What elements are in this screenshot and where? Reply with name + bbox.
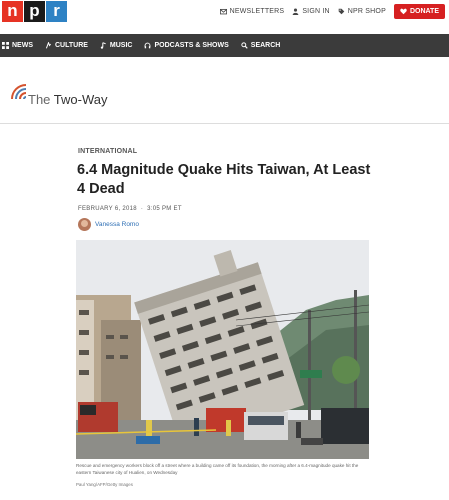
heart-icon <box>400 8 407 15</box>
top-bar: n p r NEWSLETTERS SIGN IN NPR SHOP DONAT… <box>0 0 449 34</box>
earthquake-photo <box>76 240 369 459</box>
blog-title[interactable]: The Two-Way <box>28 92 107 107</box>
npr-shop-label: NPR SHOP <box>347 8 386 15</box>
article-dateline: FEBRUARY 6, 2018 · 3:05 PM ET <box>78 206 182 212</box>
article-kicker[interactable]: INTERNATIONAL <box>78 148 137 155</box>
nav-label: NEWS <box>12 42 33 49</box>
article-time: 3:05 PM ET <box>147 206 182 212</box>
blog-title-prefix: The <box>28 92 54 107</box>
nav-item-podcasts[interactable]: PODCASTS & SHOWS <box>144 42 229 49</box>
grid-icon <box>2 42 9 49</box>
blog-title-name: Two-Way <box>53 92 108 107</box>
photo-caption: Rescue and emergency workers block off a… <box>76 463 359 475</box>
photo-credit: Paul Yang/AFP/Getty Images <box>76 482 133 487</box>
sign-in-link[interactable]: SIGN IN <box>292 8 330 15</box>
newsletters-label: NEWSLETTERS <box>229 8 285 15</box>
nav-item-search[interactable]: SEARCH <box>241 42 281 49</box>
npr-logo[interactable]: n p r <box>2 1 67 22</box>
author-avatar[interactable] <box>78 218 91 231</box>
npr-shop-link[interactable]: NPR SHOP <box>338 8 386 15</box>
utility-links: NEWSLETTERS SIGN IN NPR SHOP DONATE <box>219 4 445 19</box>
nav-label: MUSIC <box>109 42 133 49</box>
article-date: FEBRUARY 6, 2018 <box>78 206 137 212</box>
logo-letter-p: p <box>24 1 45 22</box>
nav-label: PODCASTS & SHOWS <box>154 42 229 49</box>
article-photo <box>76 240 369 459</box>
author-link[interactable]: Vanessa Romo <box>95 221 139 228</box>
logo-letter-r: r <box>46 1 67 22</box>
search-icon <box>241 42 248 49</box>
tag-icon <box>338 8 345 15</box>
donate-button[interactable]: DONATE <box>393 4 445 19</box>
nav-label: CULTURE <box>55 42 88 49</box>
donate-label: DONATE <box>409 8 439 15</box>
logo-letter-n: n <box>2 1 23 22</box>
blog-header: The Two-Way <box>0 64 449 124</box>
article-headline: 6.4 Magnitude Quake Hits Taiwan, At Leas… <box>77 162 371 197</box>
user-icon <box>293 8 299 15</box>
main-nav: NEWS CULTURE MUSIC PODCASTS & SHOWS SEAR… <box>0 34 449 57</box>
nav-item-news[interactable]: NEWS <box>2 42 33 49</box>
article-byline: Vanessa Romo <box>78 218 139 231</box>
nav-item-culture[interactable]: CULTURE <box>45 42 88 49</box>
nav-item-music[interactable]: MUSIC <box>100 42 133 49</box>
nav-label: SEARCH <box>250 42 281 49</box>
newsletters-link[interactable]: NEWSLETTERS <box>219 8 285 15</box>
sign-in-label: SIGN IN <box>302 8 330 15</box>
music-note-icon <box>100 42 106 49</box>
headphones-icon <box>145 42 151 49</box>
culture-icon <box>45 42 51 49</box>
envelope-icon <box>219 8 227 15</box>
